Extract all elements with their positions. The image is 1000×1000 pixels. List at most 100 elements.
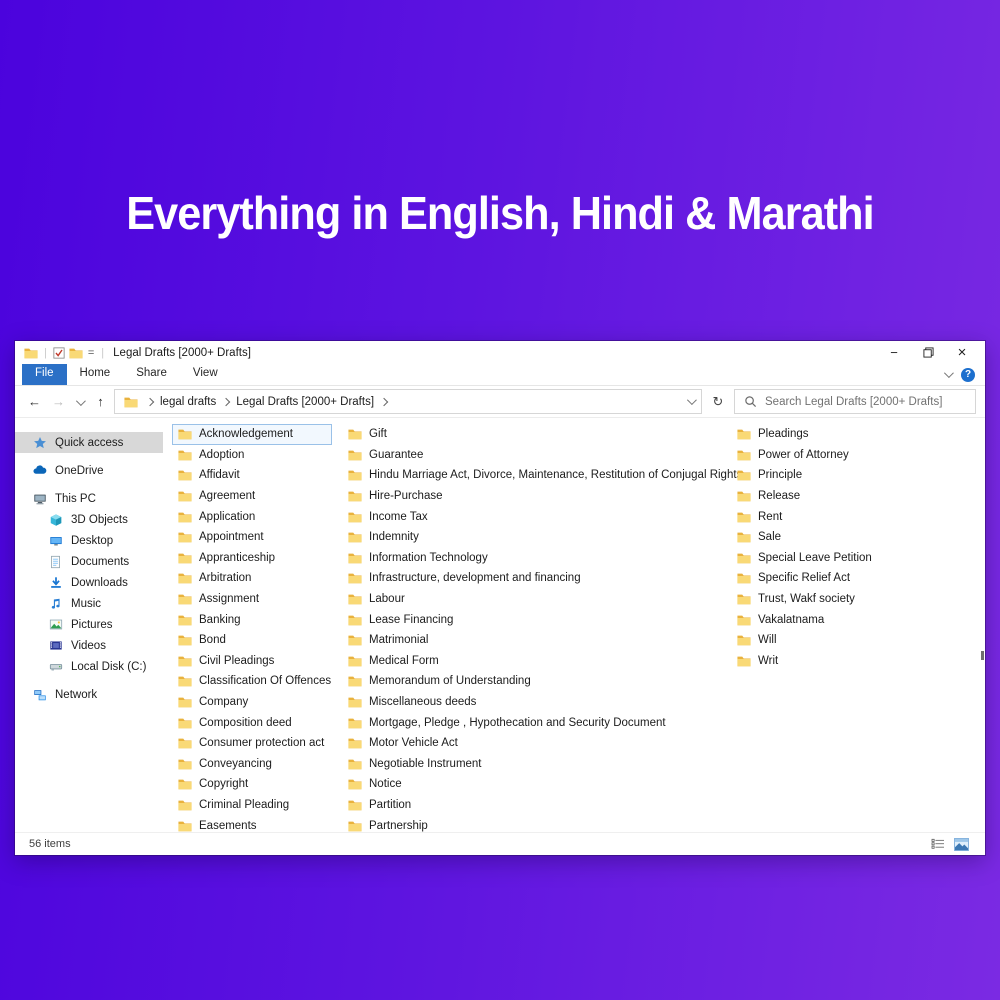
help-icon[interactable]: ? [961, 368, 975, 382]
folder-item[interactable]: Composition deed [172, 712, 332, 733]
sidebar-item-local-disk-c[interactable]: Local Disk (C:) [15, 656, 163, 677]
folder-item[interactable]: Principle [731, 465, 878, 486]
folder-item[interactable]: Infrastructure, development and financin… [342, 568, 748, 589]
sidebar-item-network[interactable]: Network [15, 684, 163, 705]
folder-item[interactable]: Writ [731, 651, 878, 672]
folder-item[interactable]: Lease Financing [342, 609, 748, 630]
folder-item[interactable]: Hindu Marriage Act, Divorce, Maintenance… [342, 465, 748, 486]
sidebar-item-3d-objects[interactable]: 3D Objects [15, 509, 163, 530]
folder-item[interactable]: Miscellaneous deeds [342, 692, 748, 713]
folder-item[interactable]: Adoption [172, 445, 332, 466]
folder-icon [178, 717, 192, 729]
folder-item[interactable]: Company [172, 692, 332, 713]
folder-item[interactable]: Application [172, 506, 332, 527]
sidebar-item-music[interactable]: Music [15, 593, 163, 614]
folder-item[interactable]: Memorandum of Understanding [342, 671, 748, 692]
refresh-button[interactable]: ↻ [705, 394, 731, 410]
folder-item[interactable]: Banking [172, 609, 332, 630]
checkbox-icon[interactable] [53, 347, 65, 359]
list-view-icon[interactable] [931, 838, 945, 850]
up-button[interactable]: ↑ [90, 394, 111, 409]
sidebar-item-documents[interactable]: Documents [15, 551, 163, 572]
videos-icon [48, 639, 63, 652]
folder-item[interactable]: Power of Attorney [731, 445, 878, 466]
folder-item[interactable]: Trust, Wakf society [731, 589, 878, 610]
folder-item[interactable]: Vakalatnama [731, 609, 878, 630]
breadcrumb-item[interactable]: Legal Drafts [2000+ Drafts] [236, 396, 374, 408]
folder-item[interactable]: Mortgage, Pledge , Hypothecation and Sec… [342, 712, 748, 733]
folder-item[interactable]: Labour [342, 589, 748, 610]
sidebar-item-quick-access[interactable]: Quick access [15, 432, 163, 453]
folder-item[interactable]: Conveyancing [172, 754, 332, 775]
folder-icon[interactable] [69, 347, 83, 359]
close-button[interactable]: × [945, 341, 979, 364]
sidebar-item-label: Quick access [55, 437, 123, 449]
back-button[interactable]: ← [24, 394, 45, 409]
folder-item[interactable]: Partition [342, 795, 748, 816]
folder-item[interactable]: Agreement [172, 486, 332, 507]
folder-item[interactable]: Arbitration [172, 568, 332, 589]
sidebar-item-pictures[interactable]: Pictures [15, 614, 163, 635]
address-box[interactable]: legal drafts Legal Drafts [2000+ Drafts] [114, 389, 702, 414]
folder-item[interactable]: Gift [342, 424, 748, 445]
folder-item[interactable]: Motor Vehicle Act [342, 733, 748, 754]
folder-item[interactable]: Specific Relief Act [731, 568, 878, 589]
minimize-button[interactable]: − [877, 341, 911, 364]
ribbon-tab-file[interactable]: File [22, 364, 67, 385]
breadcrumb-item[interactable]: legal drafts [160, 396, 216, 408]
file-column-2: GiftGuaranteeHindu Marriage Act, Divorce… [342, 424, 748, 833]
folder-item[interactable]: Release [731, 486, 878, 507]
sidebar-item-downloads[interactable]: Downloads [15, 572, 163, 593]
search-box[interactable]: Search Legal Drafts [2000+ Drafts] [734, 389, 976, 414]
folder-item[interactable]: Pleadings [731, 424, 878, 445]
sidebar-item-this-pc[interactable]: This PC [15, 488, 163, 509]
thumbnail-view-icon[interactable] [954, 838, 969, 851]
folder-item[interactable]: Assignment [172, 589, 332, 610]
folder-item-label: Labour [369, 593, 405, 605]
folder-item[interactable]: Partnership [342, 815, 748, 833]
folder-item[interactable]: Classification Of Offences [172, 671, 332, 692]
folder-item[interactable]: Easements [172, 815, 332, 833]
folder-item[interactable]: Income Tax [342, 506, 748, 527]
breadcrumb-separator-icon[interactable] [146, 397, 154, 405]
folder-item-label: Agreement [199, 490, 255, 502]
folder-item[interactable]: Hire-Purchase [342, 486, 748, 507]
qat-dropdown-icon[interactable]: = [88, 347, 94, 359]
address-dropdown-icon[interactable] [687, 395, 697, 405]
forward-button[interactable]: → [48, 394, 69, 409]
ribbon-tab-share[interactable]: Share [123, 364, 180, 385]
folder-item[interactable]: Appointment [172, 527, 332, 548]
folder-item[interactable]: Sale [731, 527, 878, 548]
folder-item[interactable]: Rent [731, 506, 878, 527]
folder-item[interactable]: Special Leave Petition [731, 548, 878, 569]
folder-item[interactable]: Will [731, 630, 878, 651]
folder-item[interactable]: Notice [342, 774, 748, 795]
folder-item[interactable]: Appranticeship [172, 548, 332, 569]
expand-ribbon-chevron-icon[interactable] [944, 368, 954, 378]
folder-item[interactable]: Matrimonial [342, 630, 748, 651]
folder-icon [178, 449, 192, 461]
restore-button[interactable] [911, 341, 945, 364]
breadcrumb-separator-icon[interactable] [222, 397, 230, 405]
folder-item[interactable]: Information Technology [342, 548, 748, 569]
folder-item[interactable]: Bond [172, 630, 332, 651]
recent-locations-chevron-icon[interactable] [72, 394, 87, 409]
breadcrumb-separator-icon[interactable] [380, 397, 388, 405]
folder-item[interactable]: Acknowledgement [172, 424, 332, 445]
scrollbar-thumb[interactable] [981, 651, 984, 660]
folder-icon [348, 758, 362, 770]
folder-item[interactable]: Negotiable Instrument [342, 754, 748, 775]
sidebar-item-desktop[interactable]: Desktop [15, 530, 163, 551]
ribbon-tab-home[interactable]: Home [67, 364, 124, 385]
folder-item[interactable]: Copyright [172, 774, 332, 795]
sidebar-item-onedrive[interactable]: OneDrive [15, 460, 163, 481]
folder-item[interactable]: Criminal Pleading [172, 795, 332, 816]
folder-item[interactable]: Consumer protection act [172, 733, 332, 754]
folder-item[interactable]: Guarantee [342, 445, 748, 466]
sidebar-item-videos[interactable]: Videos [15, 635, 163, 656]
folder-item[interactable]: Indemnity [342, 527, 748, 548]
folder-item[interactable]: Civil Pleadings [172, 651, 332, 672]
ribbon-tab-view[interactable]: View [180, 364, 231, 385]
folder-item[interactable]: Medical Form [342, 651, 748, 672]
folder-item[interactable]: Affidavit [172, 465, 332, 486]
